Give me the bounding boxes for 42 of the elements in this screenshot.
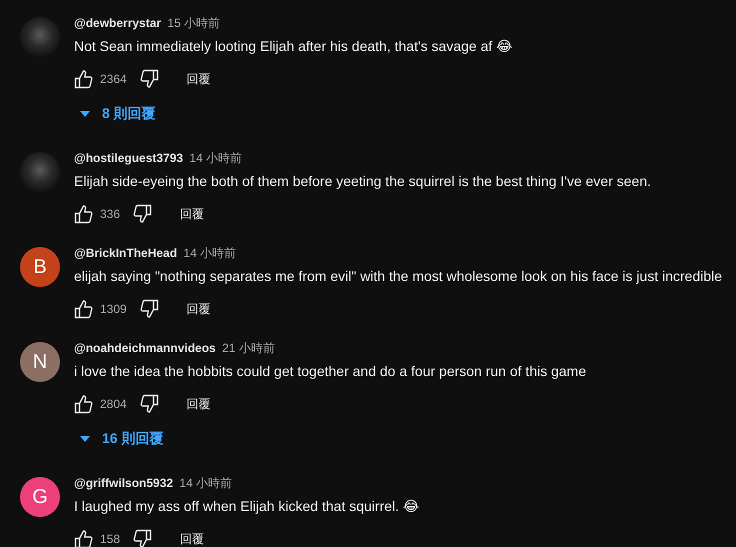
timestamp[interactable]: 15 小時前 [167,16,220,30]
like-count: 2364 [100,72,127,86]
view-replies-button[interactable]: 16 則回覆 [74,420,170,458]
timestamp[interactable]: 21 小時前 [222,341,275,355]
author-name[interactable]: @BrickInTheHead [74,246,178,260]
thumbs-up-icon[interactable] [74,394,94,414]
view-replies-button[interactable]: 8 則回覆 [74,95,162,133]
thumbs-up-icon[interactable] [74,204,94,224]
thumbs-down-icon[interactable] [132,204,152,224]
comment-text: elijah saying "nothing separates me from evil" with the most wholesome look on his face is just incredible [74,267,722,286]
caret-icon [80,111,90,117]
avatar[interactable]: B [20,247,60,287]
comment-text: i love the idea the hobbits could get together and do a four person run of this game [74,362,586,381]
reply-button[interactable]: 回覆 [180,392,217,416]
caret-icon [80,436,90,442]
avatar[interactable]: G [20,477,60,517]
reply-button[interactable]: 回覆 [180,296,217,322]
timestamp[interactable]: 14 小時前 [189,151,242,165]
like-count: 1309 [100,302,127,316]
author-name[interactable]: @noahdeichmannvideos [74,341,216,355]
comment-text: Not Sean immediately looting Elijah after his death, that's savage af 😂 [74,37,512,56]
thumbs-up-icon[interactable] [74,529,94,547]
author-name[interactable]: @hostileguest3793 [74,151,184,165]
reply-button[interactable]: 回覆 [174,202,210,226]
like-count: 336 [100,207,120,221]
thumbs-down-icon[interactable] [132,529,152,547]
author-name[interactable]: @griffwilson5932 [74,476,174,490]
reply-button[interactable]: 回覆 [180,66,217,92]
like-count: 158 [100,532,120,546]
thumbs-down-icon[interactable] [138,299,159,319]
comment-text: I laughed my ass off when Elijah kicked that squirrel. 😂 [74,497,420,516]
comment-text: Elijah side-eyeing the both of them before yeeting the squirrel is the best thing I've ever seen. [74,172,652,191]
timestamp[interactable]: 14 小時前 [179,476,232,490]
avatar[interactable]: N [20,342,60,382]
thumbs-up-icon[interactable] [74,69,94,89]
thumbs-up-icon[interactable] [74,299,94,319]
author-name[interactable]: @dewberrystar [74,16,162,30]
thumbs-down-icon[interactable] [138,69,159,89]
thumbs-down-icon[interactable] [138,394,159,414]
timestamp[interactable]: 14 小時前 [183,246,236,260]
reply-button[interactable]: 回覆 [174,526,210,547]
like-count: 2804 [100,397,127,411]
